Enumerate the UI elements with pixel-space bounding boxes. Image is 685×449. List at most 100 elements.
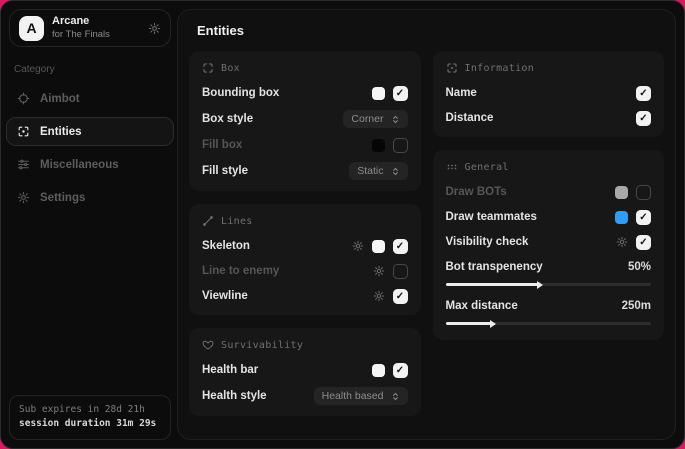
- panel-box-header: Box: [202, 62, 408, 74]
- setting-label: Line to enemy: [202, 265, 279, 277]
- page-title: Entities: [197, 23, 665, 38]
- crosshair-icon: [17, 92, 30, 105]
- setting-label: Fill box: [202, 139, 242, 151]
- entities-icon: [17, 125, 30, 138]
- sidebar-item-entities[interactable]: Entities: [6, 117, 174, 146]
- setting-label: Health style: [202, 390, 267, 402]
- checkbox[interactable]: [393, 86, 408, 101]
- box-icon: [202, 62, 214, 74]
- bot-transparency-slider[interactable]: [446, 283, 652, 286]
- sub-expiry-text: Sub expires in 28d 21h: [19, 403, 161, 418]
- panel-box: Box Bounding box Box style Corner: [189, 51, 421, 191]
- sliders-icon: [17, 158, 30, 171]
- gear-icon[interactable]: [616, 236, 628, 248]
- sidebar-nav: Aimbot Entities Miscella: [9, 82, 171, 214]
- color-swatch[interactable]: [372, 139, 385, 152]
- sidebar-item-label: Aimbot: [40, 93, 80, 105]
- dropdown-value: Corner: [351, 113, 383, 125]
- setting-label: Health bar: [202, 364, 258, 376]
- setting-row-skeleton: Skeleton: [202, 238, 408, 254]
- dropdown-value: Health based: [322, 390, 384, 402]
- right-column: Information Name Distance: [433, 51, 665, 416]
- setting-row-name: Name: [446, 85, 652, 101]
- slider-fill: [446, 283, 538, 286]
- session-duration-text: session duration 31m 29s: [19, 417, 161, 432]
- fill-style-dropdown[interactable]: Static: [349, 162, 407, 180]
- app-window: A Arcane for The Finals Category: [0, 0, 685, 449]
- panel-title: Box: [221, 63, 240, 74]
- setting-row-line-to-enemy: Line to enemy: [202, 263, 408, 279]
- setting-row-fill-style: Fill style Static: [202, 162, 408, 180]
- checkbox[interactable]: [636, 111, 651, 126]
- checkbox[interactable]: [636, 185, 651, 200]
- checkbox[interactable]: [636, 210, 651, 225]
- sidebar-item-settings[interactable]: Settings: [6, 183, 174, 212]
- checkbox[interactable]: [393, 363, 408, 378]
- panel-title: General: [465, 162, 509, 173]
- setting-row-fill-box: Fill box: [202, 137, 408, 153]
- panel-general: General Draw BOTs Draw teammates: [433, 150, 665, 340]
- sidebar-item-label: Settings: [40, 192, 85, 204]
- color-swatch[interactable]: [372, 364, 385, 377]
- dropdown-value: Static: [357, 165, 383, 177]
- setting-row-box-style: Box style Corner: [202, 110, 408, 128]
- gear-icon[interactable]: [148, 22, 161, 35]
- panel-survivability-header: Survivability: [202, 339, 408, 351]
- setting-label: Bounding box: [202, 87, 279, 99]
- line-icon: [202, 215, 214, 227]
- brand-subtitle: for The Finals: [52, 29, 140, 41]
- checkbox[interactable]: [636, 86, 651, 101]
- panel-general-header: General: [446, 161, 652, 173]
- left-column: Box Bounding box Box style Corner: [189, 51, 421, 416]
- sidebar: A Arcane for The Finals Category: [9, 9, 171, 440]
- setting-label: Name: [446, 87, 477, 99]
- checkbox[interactable]: [393, 264, 408, 279]
- setting-label: Draw BOTs: [446, 186, 507, 198]
- setting-row-draw-teammates: Draw teammates: [446, 209, 652, 225]
- gear-icon[interactable]: [373, 290, 385, 302]
- checkbox[interactable]: [636, 235, 651, 250]
- color-swatch[interactable]: [615, 186, 628, 199]
- panel-lines: Lines Skeleton: [189, 204, 421, 315]
- setting-row-health-style: Health style Health based: [202, 387, 408, 405]
- box-style-dropdown[interactable]: Corner: [343, 110, 407, 128]
- checkbox[interactable]: [393, 289, 408, 304]
- gear-icon[interactable]: [352, 240, 364, 252]
- category-label: Category: [14, 64, 171, 75]
- brand-name: Arcane: [52, 15, 140, 29]
- setting-label: Fill style: [202, 165, 248, 177]
- max-distance-slider[interactable]: [446, 322, 652, 325]
- setting-label: Visibility check: [446, 236, 529, 248]
- color-swatch[interactable]: [615, 211, 628, 224]
- slider-fill: [446, 322, 491, 325]
- chevron-updown-icon: [391, 114, 400, 125]
- checkbox[interactable]: [393, 138, 408, 153]
- color-swatch[interactable]: [372, 87, 385, 100]
- setting-label: Viewline: [202, 290, 248, 302]
- setting-label: Distance: [446, 112, 494, 124]
- setting-label: Box style: [202, 113, 253, 125]
- health-style-dropdown[interactable]: Health based: [314, 387, 408, 405]
- color-swatch[interactable]: [372, 240, 385, 253]
- setting-label: Max distance: [446, 300, 518, 312]
- slider-value: 50%: [628, 261, 651, 273]
- setting-row-bounding-box: Bounding box: [202, 85, 408, 101]
- gear-icon[interactable]: [373, 265, 385, 277]
- setting-row-distance: Distance: [446, 110, 652, 126]
- sidebar-item-aimbot[interactable]: Aimbot: [6, 84, 174, 113]
- setting-row-viewline: Viewline: [202, 288, 408, 304]
- setting-row-bot-transparency: Bot transpenency 50%: [446, 259, 652, 275]
- brand-card: A Arcane for The Finals: [9, 9, 171, 47]
- heart-icon: [202, 339, 214, 351]
- checkbox[interactable]: [393, 239, 408, 254]
- panel-title: Survivability: [221, 340, 303, 351]
- setting-row-draw-bots: Draw BOTs: [446, 184, 652, 200]
- setting-label: Draw teammates: [446, 211, 537, 223]
- sidebar-item-label: Entities: [40, 126, 82, 138]
- slider-value: 250m: [622, 300, 651, 312]
- panel-information-header: Information: [446, 62, 652, 74]
- panel-lines-header: Lines: [202, 215, 408, 227]
- grid-dots-icon: [446, 161, 458, 173]
- sidebar-item-miscellaneous[interactable]: Miscellaneous: [6, 150, 174, 179]
- panel-title: Lines: [221, 216, 253, 227]
